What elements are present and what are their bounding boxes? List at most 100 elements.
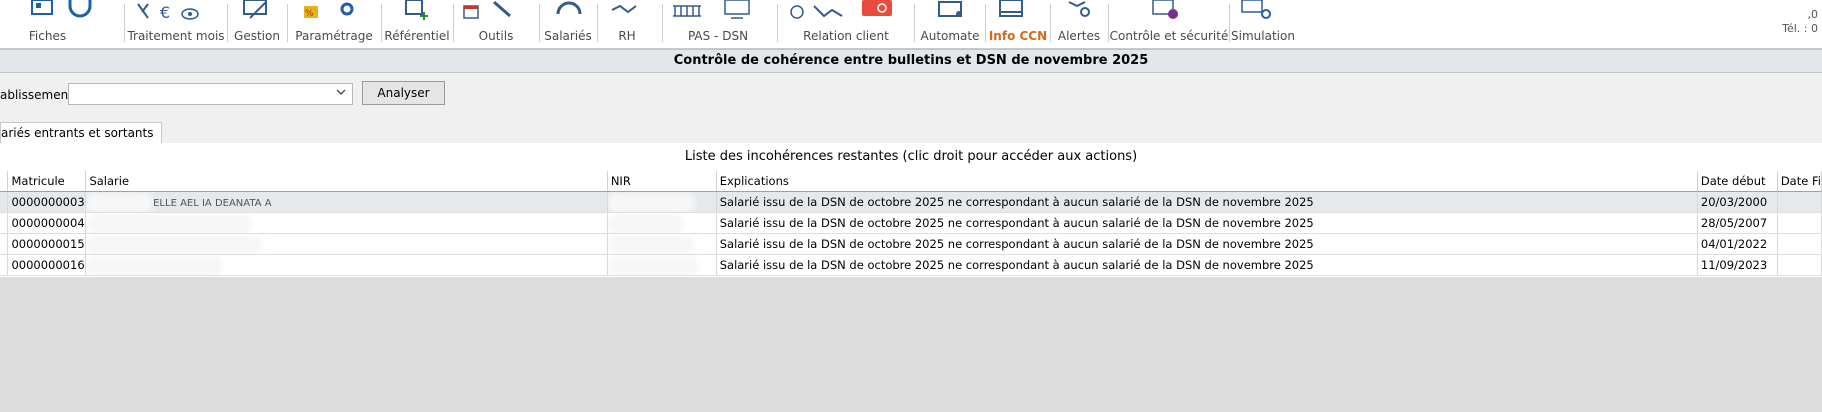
- add-document-icon[interactable]: [404, 0, 432, 22]
- contact-info-line1: ,0: [1807, 8, 1819, 21]
- table-row[interactable]: 0000000004 Salarié issu de la DSN de oct…: [0, 212, 1822, 234]
- ribbon-label-info-ccn: Info CCN: [988, 29, 1048, 43]
- tools-icon[interactable]: [134, 0, 154, 22]
- ribbon-group-traitement-mois[interactable]: € Traitement mois: [126, 0, 226, 48]
- ribbon-group-automate[interactable]: Automate: [915, 0, 985, 48]
- ribbon-group-controle-securite[interactable]: Contrôle et sécurité: [1109, 0, 1229, 48]
- table-header: Matricule Salarie NIR Explications Date …: [0, 171, 1822, 192]
- ribbon-label-automate: Automate: [920, 29, 980, 43]
- wrench-icon[interactable]: [490, 0, 514, 22]
- ribbon-group-salaries[interactable]: Salariés: [540, 0, 596, 48]
- edit-icon[interactable]: [242, 0, 270, 22]
- cell-explication: Salarié issu de la DSN de octobre 2025 n…: [716, 212, 1698, 234]
- cell-salarie: ELLE AEL IA DEANATA A: [85, 191, 608, 213]
- redacted-block: [610, 238, 691, 251]
- ribbon-group-parametrage[interactable]: % Paramétrage: [288, 0, 380, 48]
- table-row[interactable]: 0000000015 Salarié issu de la DSN de oct…: [0, 233, 1822, 255]
- chevron-down-icon[interactable]: [336, 87, 346, 97]
- ribbon-group-referentiel[interactable]: Référentiel: [382, 0, 452, 48]
- ribbon-label-salaries: Salariés: [544, 29, 592, 43]
- row-selector[interactable]: [0, 212, 9, 234]
- ribbon-group-info-ccn[interactable]: Info CCN: [986, 0, 1050, 48]
- ribbon-label-rh: RH: [618, 29, 636, 43]
- ribbon-label-referentiel: Référentiel: [384, 29, 450, 43]
- cell-salarie-text: ELLE AEL IA DEANATA A: [153, 198, 272, 209]
- settings-user-icon[interactable]: [788, 0, 810, 22]
- link-icon[interactable]: [812, 0, 844, 22]
- cell-date-debut: 28/05/2007: [1697, 212, 1778, 234]
- ribbon-label-relation-client: Relation client: [803, 29, 889, 43]
- robot-icon[interactable]: [937, 0, 965, 22]
- building-icon[interactable]: [671, 0, 703, 22]
- info-book-icon[interactable]: [998, 0, 1028, 22]
- cell-salarie: [85, 233, 608, 255]
- row-selector-header: [0, 171, 9, 192]
- column-header-date-fin[interactable]: Date Fi: [1777, 171, 1822, 192]
- cell-nir: [607, 254, 717, 276]
- cell-date-fin: [1777, 254, 1822, 276]
- table-row[interactable]: 0000000003 ELLE AEL IA DEANATA A Salarié…: [0, 191, 1822, 213]
- tab-bar: ariés entrants et sortants: [0, 121, 1822, 144]
- simulation-icon[interactable]: [1240, 0, 1274, 22]
- contact-info: ,0 Tél. : 0: [1782, 8, 1818, 36]
- row-selector[interactable]: [0, 191, 9, 213]
- redacted-block: [89, 238, 260, 251]
- redacted-block: [610, 217, 681, 230]
- eye-icon[interactable]: [180, 0, 200, 22]
- cell-nir: [607, 233, 717, 255]
- ribbon-label-parametrage: Paramétrage: [295, 29, 373, 43]
- ribbon-group-outils[interactable]: Outils: [454, 0, 538, 48]
- euro-icon[interactable]: €: [158, 0, 178, 22]
- ribbon-group-simulation[interactable]: Simulation: [1230, 0, 1296, 48]
- ribbon-label-alertes: Alertes: [1057, 29, 1101, 43]
- percent-icon[interactable]: %: [302, 0, 322, 22]
- cell-date-debut: 20/03/2000: [1697, 191, 1778, 213]
- cell-date-debut: 11/09/2023: [1697, 254, 1778, 276]
- tab-salaries-entrants-sortants[interactable]: ariés entrants et sortants: [0, 122, 163, 143]
- cell-explication: Salarié issu de la DSN de octobre 2025 n…: [716, 254, 1698, 276]
- users-icon[interactable]: [556, 0, 582, 22]
- calendar-icon[interactable]: [462, 0, 482, 22]
- cell-matricule: 0000000004: [7, 212, 87, 234]
- cell-nir: [607, 212, 717, 234]
- cell-salarie: [85, 212, 608, 234]
- ribbon-group-gestion[interactable]: Gestion: [228, 0, 286, 48]
- security-check-icon[interactable]: [1151, 0, 1181, 22]
- row-selector[interactable]: [0, 254, 9, 276]
- ribbon-group-fiches[interactable]: Fiches: [0, 0, 95, 48]
- cell-date-fin: [1777, 233, 1822, 255]
- column-header-salarie[interactable]: Salarie: [85, 171, 608, 192]
- ribbon-label-pas-dsn: PAS - DSN: [687, 29, 749, 43]
- handshake-icon[interactable]: [610, 0, 638, 22]
- user-icon[interactable]: [68, 0, 92, 20]
- etablissement-select[interactable]: [68, 83, 353, 105]
- alert-gear-icon[interactable]: [1067, 0, 1093, 22]
- mail-icon[interactable]: [860, 0, 894, 22]
- column-header-explications[interactable]: Explications: [716, 171, 1698, 192]
- ribbon-group-pas-dsn[interactable]: PAS - DSN: [663, 0, 773, 48]
- column-header-nir[interactable]: NIR: [607, 171, 717, 192]
- analyser-button[interactable]: Analyser: [362, 81, 445, 105]
- ribbon-group-alertes[interactable]: Alertes: [1051, 0, 1107, 48]
- cell-date-debut: 04/01/2022: [1697, 233, 1778, 255]
- table-row[interactable]: 0000000016 Salarié issu de la DSN de oct…: [0, 254, 1822, 276]
- ribbon-label-fiches: Fiches: [28, 29, 67, 43]
- cell-explication: Salarié issu de la DSN de octobre 2025 n…: [716, 191, 1698, 213]
- ribbon-label-gestion: Gestion: [234, 29, 280, 43]
- cell-nir: [607, 191, 717, 213]
- cell-salarie: [85, 254, 608, 276]
- redacted-block: [610, 196, 691, 209]
- redacted-block: [89, 196, 150, 209]
- monitor-icon[interactable]: [723, 0, 753, 22]
- ribbon-group-rh[interactable]: RH: [598, 0, 656, 48]
- column-header-matricule[interactable]: Matricule: [7, 171, 87, 192]
- ribbon-group-relation-client[interactable]: Relation client: [778, 0, 914, 48]
- gear-icon[interactable]: [336, 0, 358, 22]
- redacted-block: [89, 217, 250, 230]
- folder-icon[interactable]: [30, 0, 54, 20]
- ribbon-separator: [124, 4, 125, 42]
- row-selector[interactable]: [0, 233, 9, 255]
- column-header-date-debut[interactable]: Date début: [1697, 171, 1778, 192]
- cell-matricule: 0000000016: [7, 254, 87, 276]
- cell-date-fin: [1777, 212, 1822, 234]
